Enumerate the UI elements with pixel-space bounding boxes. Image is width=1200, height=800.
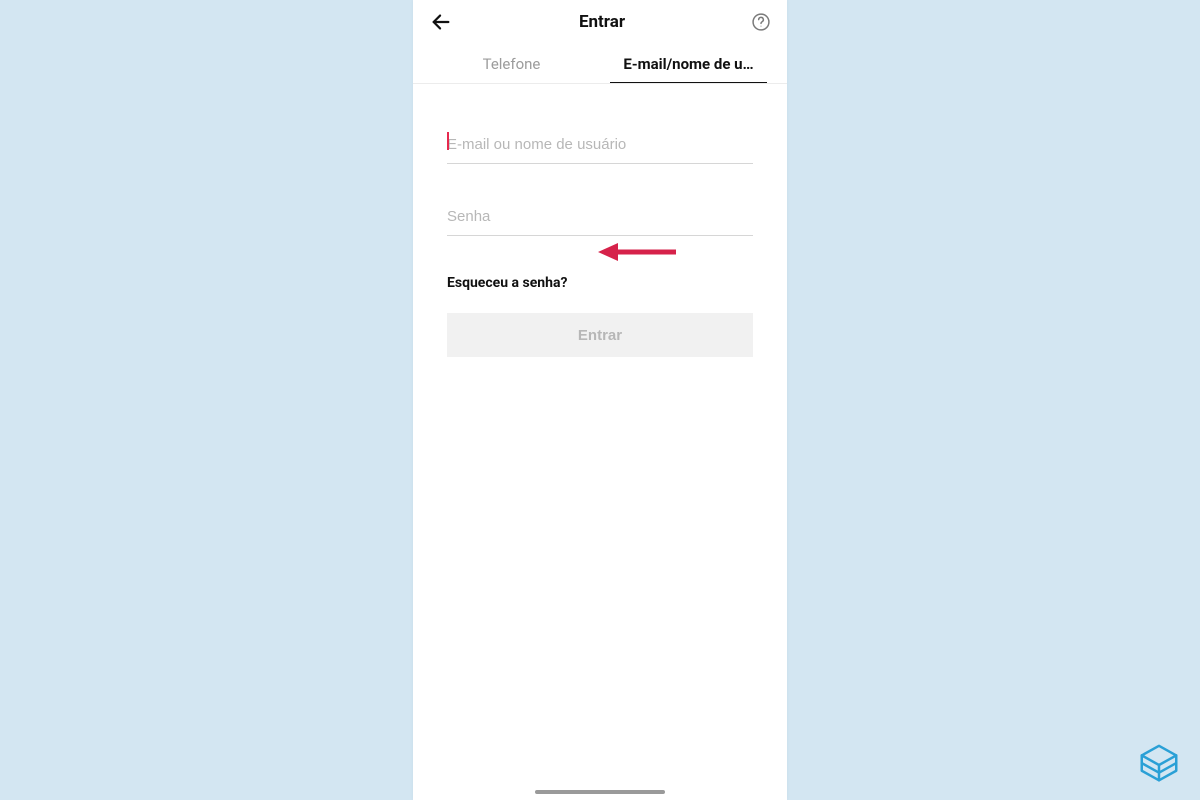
login-screen: Entrar Telefone E-mail/nome de u… Esquec…: [413, 0, 787, 800]
watermark-logo-icon: [1136, 742, 1182, 788]
header: Entrar: [413, 0, 787, 44]
back-button[interactable]: [427, 8, 455, 36]
help-icon: [751, 12, 771, 32]
login-tabs: Telefone E-mail/nome de u…: [413, 44, 787, 84]
email-field-wrapper: [447, 128, 753, 164]
text-cursor: [447, 132, 449, 150]
page-title: Entrar: [579, 12, 625, 32]
form-content: Esqueceu a senha? Entrar: [413, 84, 787, 357]
password-field-wrapper: [447, 200, 753, 236]
help-button[interactable]: [749, 10, 773, 34]
email-input[interactable]: [447, 136, 753, 153]
password-input[interactable]: [447, 208, 753, 225]
home-indicator[interactable]: [535, 790, 665, 794]
forgot-password-link[interactable]: Esqueceu a senha?: [447, 275, 567, 291]
tab-phone[interactable]: Telefone: [423, 44, 600, 83]
arrow-left-icon: [430, 11, 452, 33]
tab-email[interactable]: E-mail/nome de u…: [600, 44, 777, 83]
login-button[interactable]: Entrar: [447, 313, 753, 357]
